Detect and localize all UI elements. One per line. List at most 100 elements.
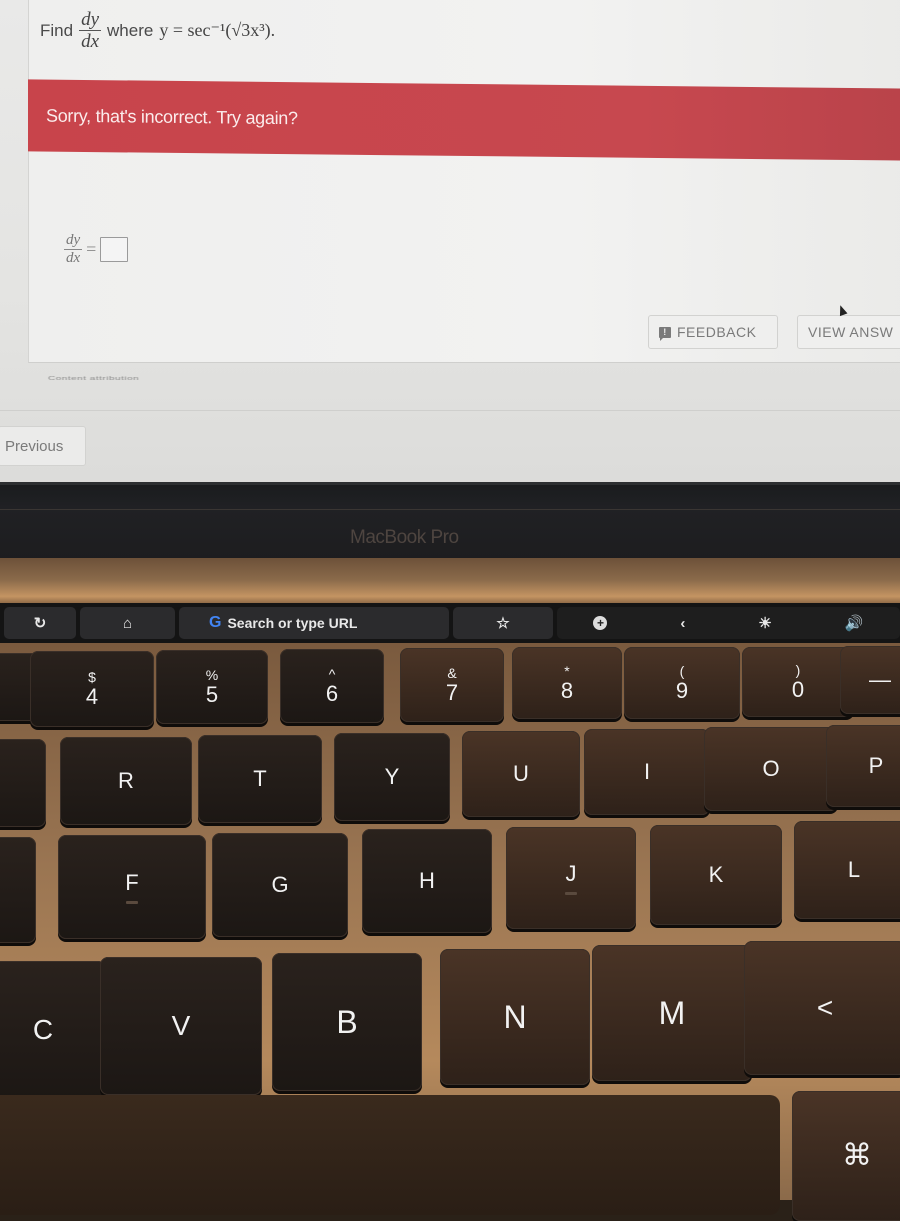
derivative-fraction: dy dx xyxy=(79,9,102,52)
key-main-label: K xyxy=(708,862,724,887)
key-minus[interactable]: — xyxy=(840,646,900,714)
brightness-icon[interactable]: ☀ xyxy=(758,614,771,632)
key-main-label: 6 xyxy=(325,681,339,706)
key-shift-label: ) xyxy=(795,662,801,678)
answer-input[interactable] xyxy=(100,237,129,262)
home-row-bump xyxy=(126,900,138,904)
space-bar[interactable] xyxy=(0,1095,780,1215)
key-f[interactable]: F xyxy=(58,835,206,939)
feedback-message: Sorry, that's incorrect. Try again? xyxy=(46,105,298,128)
laptop-hinge xyxy=(0,558,900,606)
key-main-label: T xyxy=(253,766,267,791)
key-e[interactable] xyxy=(0,739,46,827)
key-l[interactable]: L xyxy=(794,821,900,919)
key-k[interactable]: K xyxy=(650,825,782,925)
key-main-label: 7 xyxy=(445,680,459,705)
view-answer-button[interactable]: VIEW ANSW xyxy=(797,315,900,349)
key-0[interactable]: ) 0 xyxy=(742,647,854,717)
key-main-label: — xyxy=(869,667,891,692)
key-shift-label: % xyxy=(205,667,219,683)
brand-label: MacBook Pro xyxy=(350,527,459,548)
key-p[interactable]: P xyxy=(826,725,900,807)
laptop-bezel: MacBook Pro xyxy=(0,482,900,560)
key-main-label: P xyxy=(868,753,884,778)
reload-icon: ↻ xyxy=(33,615,47,632)
key-command[interactable]: ⌘ xyxy=(792,1091,900,1221)
key-d[interactable] xyxy=(0,837,36,943)
reload-button[interactable]: ↻ xyxy=(4,607,76,639)
key-main-label: H xyxy=(419,868,435,893)
star-icon: ☆ xyxy=(496,615,510,632)
search-placeholder: Search or type URL xyxy=(227,615,358,631)
key-main-label: N xyxy=(503,999,527,1035)
key-main-label: 8 xyxy=(560,678,574,703)
key-main-label: L xyxy=(847,857,861,882)
fraction-denominator: dx xyxy=(81,31,100,52)
key-main-label: < xyxy=(816,992,834,1023)
key-6[interactable]: ^ 6 xyxy=(280,649,384,723)
question-prefix: Find xyxy=(40,20,74,40)
equals-sign: = xyxy=(86,239,97,259)
google-icon: G xyxy=(209,614,222,631)
feedback-label: FEEDBACK xyxy=(677,324,757,340)
key-5[interactable]: % 5 xyxy=(156,650,268,724)
incorrect-feedback-banner: Sorry, that's incorrect. Try again? xyxy=(28,79,900,161)
home-icon: ⌂ xyxy=(122,614,133,632)
content-attribution-link[interactable]: Content attribution xyxy=(48,376,139,382)
key-t[interactable]: T xyxy=(198,735,322,823)
key-8[interactable]: * 8 xyxy=(512,647,622,719)
key-y[interactable]: Y xyxy=(334,733,450,821)
key-shift-label: ^ xyxy=(328,666,336,682)
key-main-label: R xyxy=(118,768,134,793)
key-o[interactable]: O xyxy=(704,727,838,811)
key-b[interactable]: B xyxy=(272,953,422,1091)
search-url-button[interactable]: G Search or type URL xyxy=(179,607,449,639)
key-j[interactable]: J xyxy=(506,827,636,929)
key-4[interactable]: $ 4 xyxy=(30,651,154,727)
key-g[interactable]: G xyxy=(212,833,348,937)
browser-screen: Find dy dx where y = sec⁻¹(√3x³). Sorry,… xyxy=(0,0,900,482)
key-main-label: O xyxy=(762,756,780,781)
feedback-icon: ! xyxy=(659,326,671,341)
key-main-label: B xyxy=(336,1004,358,1040)
key-r[interactable]: R xyxy=(60,737,192,825)
key-9[interactable]: ( 9 xyxy=(624,647,740,719)
key-main-label: U xyxy=(513,761,529,786)
control-strip: + ‹ ☀ 🔊 xyxy=(557,607,900,639)
key-i[interactable]: I xyxy=(584,729,710,815)
fraction-numerator: dy xyxy=(79,9,102,31)
key-main-label: 0 xyxy=(791,677,805,702)
home-row-bump xyxy=(565,891,577,895)
key-u[interactable]: U xyxy=(462,731,580,817)
volume-icon[interactable]: 🔊 xyxy=(845,614,864,632)
key-shift-label: ( xyxy=(679,663,685,679)
touch-bar: ↻ ⌂ G Search or type URL ☆ + ‹ ☀ 🔊 xyxy=(0,603,900,643)
home-button[interactable]: ⌂ xyxy=(80,607,175,639)
key-main-label: J xyxy=(565,860,577,886)
key-v[interactable]: V xyxy=(100,957,262,1095)
key-main-label: 9 xyxy=(675,678,689,703)
answer-lhs-fraction: dy dx xyxy=(64,232,83,266)
key-main-label: M xyxy=(658,995,686,1031)
previous-label: Previous xyxy=(5,437,64,455)
question-prompt: Find dy dx where y = sec⁻¹(√3x³). xyxy=(40,10,275,51)
key-c[interactable]: C xyxy=(0,961,106,1099)
key-main-label: C xyxy=(32,1014,54,1045)
key-main-label: 5 xyxy=(205,682,219,707)
key-main-label: I xyxy=(643,759,651,784)
key-7[interactable]: & 7 xyxy=(400,648,504,722)
previous-button[interactable]: Previous xyxy=(0,426,86,466)
key-shift-label: * xyxy=(564,663,570,679)
key-m[interactable]: M xyxy=(592,945,752,1081)
key-comma[interactable]: < xyxy=(744,941,900,1075)
key-shift-label: $ xyxy=(88,669,96,685)
collapse-icon[interactable]: ‹ xyxy=(680,615,685,632)
key-n[interactable]: N xyxy=(440,949,590,1085)
key-main-label: 4 xyxy=(85,684,99,709)
new-tab-icon[interactable]: + xyxy=(593,616,608,630)
key-h[interactable]: H xyxy=(362,829,492,933)
feedback-button[interactable]: ! FEEDBACK xyxy=(648,315,778,349)
fraction-numerator: dy xyxy=(64,232,83,250)
bookmark-button[interactable]: ☆ xyxy=(453,607,553,639)
answer-row: dy dx = xyxy=(64,232,129,266)
